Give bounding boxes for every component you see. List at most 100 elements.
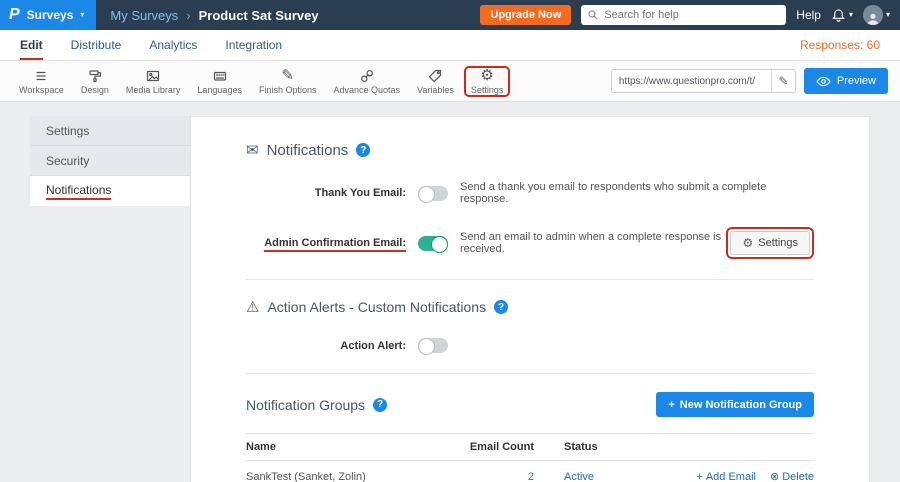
sidebar-item-label: Security — [46, 154, 89, 168]
settings-button-label: Settings — [758, 237, 798, 249]
pencil-icon: ✎ — [778, 74, 788, 88]
chevron-down-icon: ▾ — [80, 11, 84, 19]
help-question-icon[interactable]: ? — [373, 398, 387, 412]
header-name: Name — [246, 441, 454, 453]
edit-toolbar: Workspace Design Media Library Languages… — [0, 61, 900, 102]
notification-groups-header: Notification Groups ? + New Notification… — [246, 392, 814, 417]
toolbar-item-variables[interactable]: Variables — [410, 66, 461, 97]
add-email-link[interactable]: + Add Email — [696, 470, 756, 482]
sidebar-item-settings[interactable]: Settings — [30, 116, 190, 146]
image-icon — [145, 68, 161, 84]
action-alerts-title: ⚠ Action Alerts - Custom Notifications ? — [246, 298, 814, 316]
person-icon — [866, 12, 880, 25]
envelope-icon: ✉ — [246, 141, 259, 159]
section-title-text: Notification Groups — [246, 397, 365, 413]
group-name: SankTest (Sanket, Zolin) — [246, 471, 454, 482]
responses-count[interactable]: Responses: 60 — [800, 38, 880, 52]
toolbar-item-settings[interactable]: ⚙ Settings — [464, 66, 511, 97]
delete-link[interactable]: ⊗ Delete — [770, 470, 814, 482]
surveys-menu[interactable]: P Surveys ▾ — [0, 0, 96, 30]
chevron-down-icon: ▾ — [886, 11, 890, 19]
sidebar-item-label: Settings — [46, 124, 89, 138]
thank-you-email-toggle[interactable] — [418, 186, 448, 201]
settings-sidebar: Settings Security Notifications — [30, 116, 190, 206]
survey-nav: Edit Distribute Analytics Integration Re… — [0, 30, 900, 61]
add-email-label: Add Email — [706, 471, 756, 482]
header-status: Status — [534, 441, 654, 453]
survey-url-value[interactable]: https://www.questionpro.com/t/ — [612, 76, 771, 87]
toolbar-item-media-library[interactable]: Media Library — [119, 66, 188, 97]
action-alert-label: Action Alert: — [246, 340, 406, 352]
edit-url-button[interactable]: ✎ — [771, 70, 795, 92]
toolbar-item-workspace[interactable]: Workspace — [12, 66, 71, 97]
tab-edit[interactable]: Edit — [20, 30, 43, 60]
avatar — [863, 5, 883, 25]
toolbar-item-finish-options[interactable]: ✎ Finish Options — [252, 66, 324, 97]
plus-icon: + — [696, 471, 702, 482]
notification-groups-section: Notification Groups ? + New Notification… — [246, 392, 814, 482]
sidebar-item-label: Notifications — [46, 183, 111, 200]
toolbar-items: Workspace Design Media Library Languages… — [12, 66, 510, 97]
breadcrumb-my-surveys[interactable]: My Surveys — [110, 8, 178, 23]
breadcrumb-current: Product Sat Survey — [199, 8, 319, 23]
keyboard-icon — [212, 68, 228, 84]
toolbar-right: https://www.questionpro.com/t/ ✎ Preview — [611, 68, 888, 94]
sidebar-item-security[interactable]: Security — [30, 146, 190, 176]
chevron-down-icon: ▾ — [849, 11, 853, 19]
top-bar: P Surveys ▾ My Surveys › Product Sat Sur… — [0, 0, 900, 30]
tab-distribute[interactable]: Distribute — [71, 30, 122, 60]
notifications-bell[interactable]: ▾ — [831, 8, 853, 23]
admin-confirmation-toggle[interactable] — [418, 236, 448, 251]
section-title-text: Notifications — [267, 142, 349, 159]
section-title-text: Action Alerts - Custom Notifications — [267, 299, 486, 315]
gear-icon: ⚙ — [742, 236, 753, 250]
notifications-section: ✉ Notifications ? Thank You Email: Send … — [246, 141, 814, 280]
action-alert-toggle[interactable] — [418, 338, 448, 353]
admin-email-settings-button[interactable]: ⚙ Settings — [730, 231, 810, 255]
toolbar-item-label: Workspace — [19, 85, 64, 95]
tag-icon — [427, 68, 443, 84]
survey-url-field[interactable]: https://www.questionpro.com/t/ ✎ — [611, 69, 796, 93]
toolbar-item-design[interactable]: Design — [74, 66, 116, 97]
toolbar-item-label: Settings — [471, 85, 504, 95]
toolbar-item-languages[interactable]: Languages — [190, 66, 249, 97]
toolbar-item-label: Design — [81, 85, 109, 95]
admin-confirmation-label-text: Admin Confirmation Email: — [264, 237, 406, 252]
notifications-section-title: ✉ Notifications ? — [246, 141, 814, 159]
action-alerts-section: ⚠ Action Alerts - Custom Notifications ?… — [246, 298, 814, 374]
help-link[interactable]: Help — [796, 8, 821, 22]
plus-icon: + — [668, 399, 674, 411]
help-question-icon[interactable]: ? — [494, 300, 508, 314]
warning-icon: ⚠ — [246, 298, 259, 316]
new-group-button-label: New Notification Group — [680, 399, 802, 411]
notifications-panel: ✉ Notifications ? Thank You Email: Send … — [190, 116, 870, 482]
upgrade-now-button[interactable]: Upgrade Now — [480, 5, 571, 25]
help-question-icon[interactable]: ? — [356, 143, 370, 157]
thank-you-email-description: Send a thank you email to respondents wh… — [460, 181, 814, 205]
admin-confirmation-label: Admin Confirmation Email: — [246, 237, 406, 249]
tab-analytics[interactable]: Analytics — [149, 30, 197, 60]
bell-icon — [831, 8, 846, 23]
help-search[interactable] — [581, 5, 786, 25]
toolbar-item-label: Variables — [417, 85, 454, 95]
sidebar-item-notifications[interactable]: Notifications — [30, 176, 190, 206]
admin-confirmation-row: Admin Confirmation Email: Send an email … — [246, 227, 814, 259]
toolbar-item-advance-quotas[interactable]: Advance Quotas — [326, 66, 407, 97]
preview-button[interactable]: Preview — [804, 68, 888, 94]
new-notification-group-button[interactable]: + New Notification Group — [656, 392, 814, 417]
breadcrumb: My Surveys › Product Sat Survey — [110, 8, 318, 23]
gear-icon: ⚙ — [480, 68, 493, 84]
tab-integration[interactable]: Integration — [225, 30, 282, 60]
user-menu[interactable]: ▾ — [863, 5, 890, 25]
table-row: SankTest (Sanket, Zolin) 2 Active + Add … — [246, 461, 814, 482]
toolbar-item-label: Media Library — [126, 85, 181, 95]
toolbar-item-label: Languages — [197, 85, 242, 95]
header-email-count: Email Count — [454, 441, 534, 453]
status-link[interactable]: Active — [564, 471, 594, 482]
pencil-icon: ✎ — [281, 68, 294, 84]
toolbar-item-label: Advance Quotas — [333, 85, 400, 95]
notification-groups-title: Notification Groups ? — [246, 397, 387, 413]
help-search-input[interactable] — [604, 9, 780, 21]
topbar-right: Upgrade Now Help ▾ ▾ — [480, 5, 900, 25]
settings-button-annotation: ⚙ Settings — [726, 227, 814, 259]
